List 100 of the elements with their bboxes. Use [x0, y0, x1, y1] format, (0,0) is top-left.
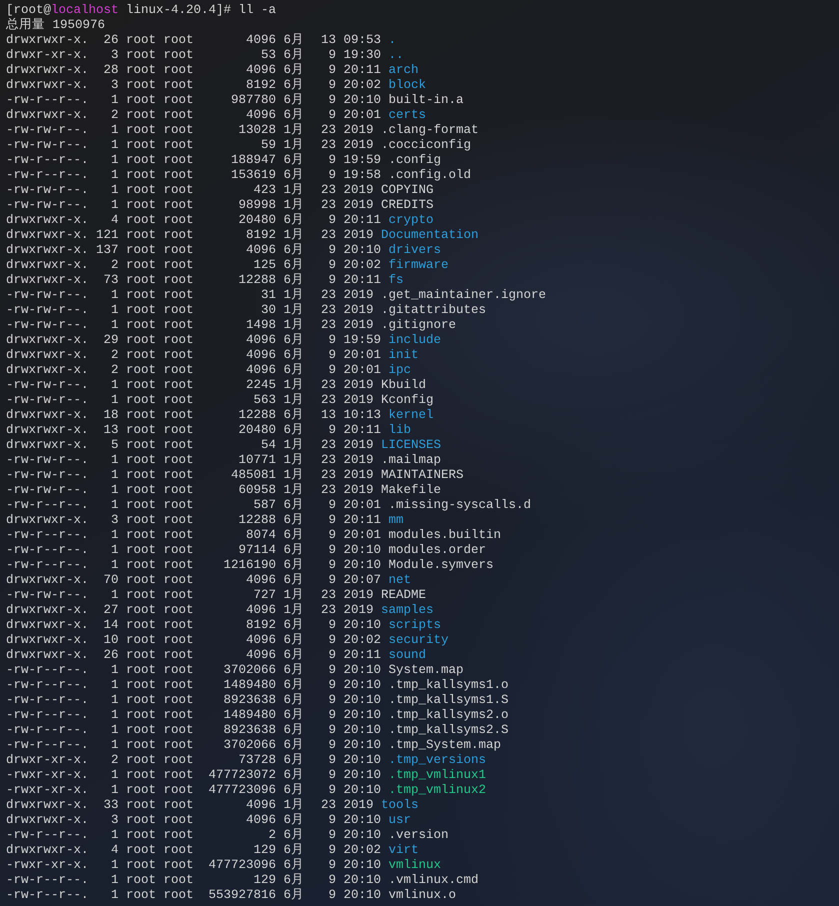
group-name: root: [164, 258, 194, 273]
directory-name: certs: [388, 108, 426, 123]
file-size: 553927816: [207, 888, 276, 903]
owner-name: root: [126, 423, 156, 438]
day-text: 9: [327, 888, 336, 903]
file-name: .gitignore: [381, 318, 456, 333]
time-text: 09:53: [344, 33, 382, 48]
day-text: 9: [327, 153, 336, 168]
file-name: Module.symvers: [388, 558, 494, 573]
permissions-text: drwxrwxr-x.: [6, 603, 88, 618]
permissions-text: -rw-r--r--.: [6, 528, 88, 543]
link-count: 1: [110, 873, 118, 888]
time-text: 20:10: [344, 873, 382, 888]
file-size: 8074: [244, 528, 276, 543]
month-text: 1月: [284, 318, 306, 333]
day-text: 23: [320, 438, 336, 453]
group-name: root: [164, 873, 194, 888]
time-text: 20:10: [344, 243, 382, 258]
link-count: 1: [110, 588, 118, 603]
link-count: 4: [110, 843, 118, 858]
month-text: 6月: [284, 693, 306, 708]
file-name: README: [381, 588, 426, 603]
group-name: root: [164, 558, 194, 573]
file-size: 30: [260, 303, 276, 318]
time-text: 2019: [344, 198, 374, 213]
owner-name: root: [126, 468, 156, 483]
group-name: root: [164, 483, 194, 498]
day-text: 9: [327, 693, 336, 708]
file-size: 8923638: [222, 723, 276, 738]
month-text: 6月: [284, 648, 306, 663]
month-text: 6月: [284, 498, 306, 513]
permissions-text: -rw-rw-r--.: [6, 483, 88, 498]
link-count: 73: [102, 273, 118, 288]
link-count: 1: [110, 723, 118, 738]
file-size: 4096: [244, 573, 276, 588]
file-size: 8192: [244, 618, 276, 633]
file-size: 2: [267, 828, 276, 843]
file-size: 8923638: [222, 693, 276, 708]
file-name: .get_maintainer.ignore: [381, 288, 546, 303]
file-size: 4096: [244, 348, 276, 363]
owner-name: root: [126, 348, 156, 363]
time-text: 20:02: [344, 258, 382, 273]
month-text: 6月: [284, 348, 306, 363]
link-count: 33: [102, 798, 118, 813]
owner-name: root: [126, 588, 156, 603]
permissions-text: drwxrwxr-x.: [6, 213, 88, 228]
month-text: 1月: [284, 453, 306, 468]
owner-name: root: [126, 828, 156, 843]
time-text: 2019: [344, 393, 374, 408]
file-name: System.map: [388, 663, 464, 678]
link-count: 1: [110, 558, 118, 573]
directory-name: firmware: [388, 258, 449, 273]
group-name: root: [164, 303, 194, 318]
day-text: 23: [320, 303, 336, 318]
file-size: 485081: [230, 468, 276, 483]
day-text: 9: [327, 813, 336, 828]
link-count: 1: [110, 183, 118, 198]
month-text: 6月: [284, 528, 306, 543]
day-text: 23: [320, 468, 336, 483]
group-name: root: [164, 828, 194, 843]
owner-name: root: [126, 228, 156, 243]
month-text: 1月: [284, 438, 306, 453]
link-count: 121: [94, 228, 118, 243]
permissions-text: drwxrwxr-x.: [6, 423, 88, 438]
day-text: 23: [320, 183, 336, 198]
file-size: 4096: [244, 33, 276, 48]
permissions-text: -rwxr-xr-x.: [6, 858, 88, 873]
group-name: root: [164, 213, 194, 228]
time-text: 20:02: [344, 78, 382, 93]
time-text: 20:10: [344, 678, 382, 693]
link-count: 2: [110, 258, 118, 273]
day-text: 9: [327, 843, 336, 858]
permissions-text: -rw-r--r--.: [6, 873, 88, 888]
group-name: root: [164, 153, 194, 168]
owner-name: root: [126, 153, 156, 168]
link-count: 1: [110, 693, 118, 708]
day-text: 9: [327, 558, 336, 573]
owner-name: root: [126, 648, 156, 663]
link-count: 3: [110, 813, 118, 828]
file-size: 987780: [230, 93, 276, 108]
time-text: 20:01: [344, 108, 382, 123]
link-count: 1: [110, 303, 118, 318]
time-text: 20:10: [344, 708, 382, 723]
link-count: 3: [110, 48, 118, 63]
month-text: 6月: [284, 48, 306, 63]
owner-name: root: [126, 333, 156, 348]
day-text: 9: [327, 543, 336, 558]
permissions-text: drwxrwxr-x.: [6, 843, 88, 858]
file-size: 1489480: [222, 678, 276, 693]
time-text: 10:13: [344, 408, 382, 423]
month-text: 6月: [284, 213, 306, 228]
time-text: 20:11: [344, 213, 382, 228]
group-name: root: [164, 618, 194, 633]
month-text: 6月: [284, 618, 306, 633]
day-text: 23: [320, 603, 336, 618]
month-text: 6月: [284, 243, 306, 258]
permissions-text: drwxrwxr-x.: [6, 438, 88, 453]
owner-name: root: [126, 258, 156, 273]
time-text: 2019: [344, 288, 374, 303]
owner-name: root: [126, 513, 156, 528]
